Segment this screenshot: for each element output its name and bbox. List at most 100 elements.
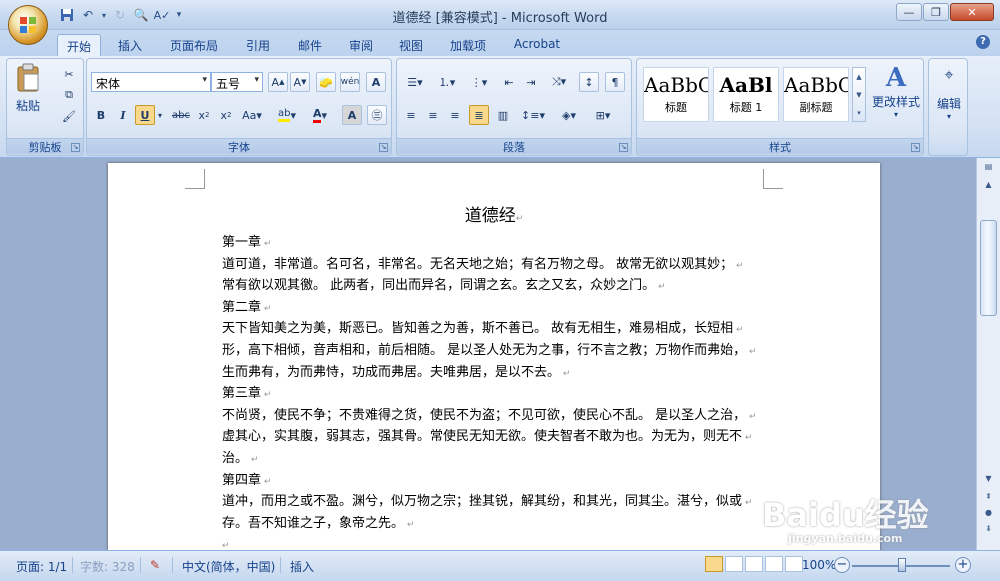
document-line: 治。 ↵ <box>222 449 774 471</box>
document-body[interactable]: 第一章 ↵ 道可道，非常道。名可名，非常名。无名天地之始；有名万物之母。 故常无欲… <box>222 233 774 550</box>
scroll-up-icon[interactable]: ▲ <box>979 180 998 196</box>
change-case-icon[interactable]: Aa ▾ <box>239 105 265 125</box>
browse-object-icon[interactable]: ● <box>979 508 998 524</box>
styles-launcher-icon[interactable]: ↘ <box>911 143 920 152</box>
scroll-thumb[interactable] <box>980 220 997 316</box>
align-center-icon[interactable]: ≡ <box>423 105 443 125</box>
paragraph-launcher-icon[interactable]: ↘ <box>619 143 628 152</box>
clear-format-icon[interactable]: 🧽 <box>316 72 336 92</box>
justify-icon[interactable]: ≣ <box>469 105 489 125</box>
tab-home[interactable]: 开始 <box>57 34 101 56</box>
outline-view-icon[interactable] <box>765 556 783 572</box>
bullets-icon[interactable]: ☰▾ <box>401 72 429 92</box>
previous-page-icon[interactable]: ⇞ <box>979 492 998 508</box>
chinese-layout-icon[interactable]: ⤨▾ <box>545 72 573 92</box>
close-button[interactable]: ✕ <box>950 3 994 21</box>
zoom-slider-thumb[interactable] <box>898 558 906 572</box>
status-insert-mode[interactable]: 插入 <box>290 558 314 575</box>
show-marks-icon[interactable]: ¶ <box>605 72 625 92</box>
align-right-icon[interactable]: ≡ <box>445 105 465 125</box>
borders-icon[interactable]: ⊞▾ <box>589 105 617 125</box>
distributed-icon[interactable]: ▥ <box>493 105 513 125</box>
font-color-icon[interactable]: A ▾ <box>306 105 334 125</box>
cut-icon[interactable]: ✂ <box>59 64 79 84</box>
shrink-font-icon[interactable]: A ▼ <box>290 72 310 92</box>
style-heading1[interactable]: AaBl 标题 1 <box>713 67 779 122</box>
draft-view-icon[interactable] <box>785 556 803 572</box>
status-language[interactable]: 中文(简体，中国) <box>182 558 275 575</box>
full-screen-reading-icon[interactable] <box>725 556 743 572</box>
status-words[interactable]: 字数: 328 <box>80 558 135 575</box>
zoom-out-icon[interactable]: − <box>834 557 850 573</box>
style-subtitle-label: 副标题 <box>799 101 833 114</box>
font-launcher-icon[interactable]: ↘ <box>379 143 388 152</box>
help-icon[interactable]: ? <box>976 35 990 49</box>
scroll-down-icon[interactable]: ▼ <box>979 474 998 490</box>
status-page[interactable]: 页面: 1/1 <box>16 558 67 575</box>
print-layout-icon[interactable] <box>705 556 723 572</box>
tab-insert[interactable]: 插入 <box>108 34 152 56</box>
line-spacing-icon[interactable]: ↕≡▾ <box>519 105 547 125</box>
web-layout-icon[interactable] <box>745 556 763 572</box>
font-name-combo[interactable]: 宋体 ▾ <box>91 72 211 92</box>
document-line-text: 生而弗有，为而弗恃，功成而弗居。夫唯弗居，是以不去。 <box>222 364 561 380</box>
increase-indent-icon[interactable]: ⇥ <box>521 72 541 92</box>
enclose-char-icon[interactable]: ㊂ <box>367 105 387 125</box>
tab-addins[interactable]: 加载项 <box>440 34 496 56</box>
tab-acrobat[interactable]: Acrobat <box>506 34 568 56</box>
char-shading-icon[interactable]: A <box>342 105 362 125</box>
tab-view[interactable]: 视图 <box>389 34 433 56</box>
font-size-value: 五号 <box>216 77 241 91</box>
decrease-indent-icon[interactable]: ⇤ <box>499 72 519 92</box>
document-line: 生而弗有，为而弗恃，功成而弗居。夫唯弗居，是以不去。 ↵ <box>222 363 774 385</box>
char-border-icon[interactable]: A <box>366 72 386 92</box>
document-line-text: 存。吾不知谁之子，象帝之先。 <box>222 515 405 531</box>
italic-icon[interactable]: I <box>113 105 133 125</box>
highlight-icon[interactable]: ab ▾ <box>273 105 301 125</box>
underline-dropdown-icon[interactable]: ▾ <box>155 105 165 125</box>
underline-icon[interactable]: U <box>135 105 155 125</box>
grow-font-icon[interactable]: A ▲ <box>268 72 288 92</box>
proofing-icon[interactable]: ✎ <box>150 558 160 572</box>
shading-icon[interactable]: ◈▾ <box>555 105 583 125</box>
font-size-combo[interactable]: 五号 ▾ <box>211 72 263 92</box>
superscript-icon[interactable]: x2 <box>216 105 236 125</box>
multilevel-list-icon[interactable]: ⋮▾ <box>465 72 493 92</box>
ruler-toggle-icon[interactable]: ▤ <box>979 162 998 178</box>
restore-button[interactable]: ❐ <box>923 3 949 21</box>
strikethrough-icon[interactable]: abc <box>171 105 191 125</box>
watermark-text: Baidu经验 <box>762 496 929 534</box>
editing-button[interactable]: ⌖ 编辑 ▾ <box>931 63 967 129</box>
clipboard-launcher-icon[interactable]: ↘ <box>71 143 80 152</box>
chevron-down-icon: ▾ <box>254 75 259 85</box>
align-left-icon[interactable]: ≡ <box>401 105 421 125</box>
zoom-level[interactable]: 100% <box>802 558 836 572</box>
zoom-in-icon[interactable]: + <box>955 557 971 573</box>
change-styles-icon: A <box>885 63 907 93</box>
sort-icon[interactable]: ↕ <box>579 72 599 92</box>
subscript-icon[interactable]: x2 <box>194 105 214 125</box>
copy-icon[interactable]: ⧉ <box>59 85 79 105</box>
tab-page-layout[interactable]: 页面布局 <box>162 34 226 56</box>
format-painter-icon[interactable]: 🖌 <box>59 106 79 126</box>
tab-references[interactable]: 引用 <box>236 34 280 56</box>
vertical-scrollbar[interactable]: ▤ ▲ ▼ ⇞ ● ⇟ <box>976 158 1000 550</box>
paragraph-group-label: 段落 <box>397 138 631 154</box>
tab-review[interactable]: 审阅 <box>339 34 383 56</box>
numbering-icon[interactable]: ⒈▾ <box>433 72 461 92</box>
paste-label: 粘贴 <box>15 99 40 113</box>
bold-icon[interactable]: B <box>91 105 111 125</box>
clipboard-group: 粘贴 ✂ ⧉ 🖌 剪贴板 ↘ <box>6 58 84 156</box>
minimize-button[interactable]: — <box>896 3 922 21</box>
style-subtitle[interactable]: AaBbC 副标题 <box>783 67 849 122</box>
document-title-text: 道德经 <box>464 206 516 226</box>
change-styles-button[interactable]: A 更改样式 ▾ <box>869 63 923 125</box>
office-button[interactable] <box>8 5 48 45</box>
next-page-icon[interactable]: ⇟ <box>979 524 998 540</box>
tab-mailings[interactable]: 邮件 <box>288 34 332 56</box>
style-gallery-scroll[interactable]: ▲ ▼ ▾ <box>852 67 866 122</box>
paste-button[interactable]: 粘贴 <box>13 63 43 121</box>
document-line-text: 第一章 <box>222 235 262 250</box>
phonetic-guide-icon[interactable]: wén <box>340 72 360 92</box>
style-title[interactable]: AaBbC 标题 <box>643 67 709 122</box>
